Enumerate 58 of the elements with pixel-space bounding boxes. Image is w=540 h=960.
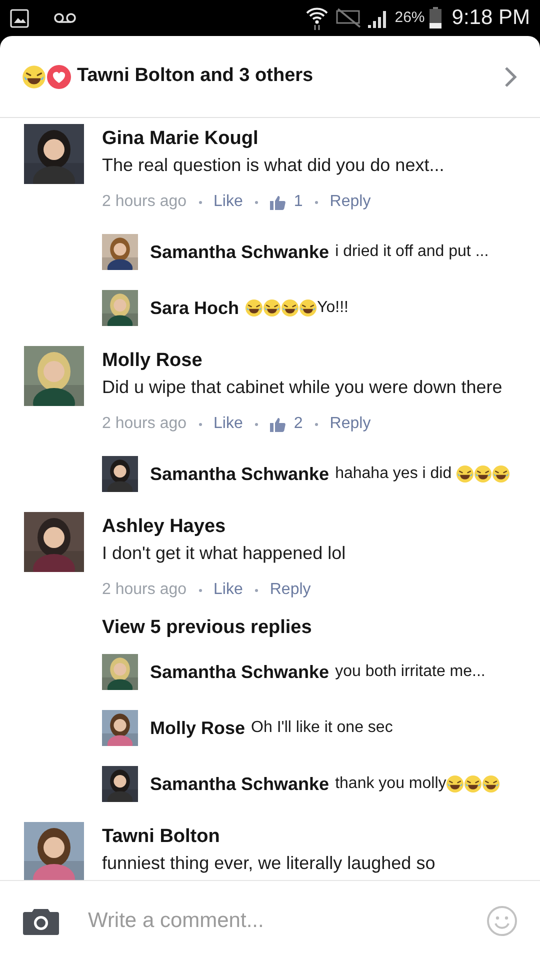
laughing-emoji-icon xyxy=(245,299,264,317)
reply-author[interactable]: Samantha Schwanke xyxy=(150,770,330,798)
view-previous-replies[interactable]: View 5 previous replies xyxy=(102,612,312,644)
reply-author[interactable]: Molly Rose xyxy=(150,714,246,742)
reply-author[interactable]: Samantha Schwanke xyxy=(150,658,330,686)
thumbs-up-icon xyxy=(270,416,286,432)
comment-text: The real question is what did you do next... xyxy=(102,154,446,177)
laughing-emoji-icon xyxy=(456,465,474,483)
reply-author[interactable]: Sara Hoch xyxy=(150,294,240,322)
reply-text: thank you molly xyxy=(335,774,446,794)
like-count: 1 xyxy=(294,192,303,212)
reply-author[interactable]: Samantha Schwanke xyxy=(150,460,330,488)
like-button[interactable]: Like xyxy=(214,412,243,436)
reply-button[interactable]: Reply xyxy=(330,412,371,436)
like-count: 2 xyxy=(294,414,303,434)
laughing-emoji-icon xyxy=(482,775,500,793)
comment-author[interactable]: Ashley Hayes xyxy=(102,514,516,540)
laughing-emoji-icon xyxy=(22,64,46,88)
comment-text: funniest thing ever, we literally laughed so xyxy=(102,852,436,875)
thumbs-up-icon xyxy=(270,194,286,210)
reply-button[interactable]: Reply xyxy=(330,190,371,214)
wifi-icon xyxy=(304,5,329,31)
mobile-data-off-icon xyxy=(334,8,363,28)
laughing-emoji-icon xyxy=(299,299,318,317)
reply-author[interactable]: Samantha Schwanke xyxy=(150,238,330,266)
comment-text: Did u wipe that cabinet while you were down there xyxy=(102,376,504,399)
clock: 9:18 PM xyxy=(452,5,530,32)
reply-button[interactable]: Reply xyxy=(270,578,311,602)
reply-text: Oh I'll like it one sec xyxy=(251,718,393,738)
chevron-right-icon[interactable] xyxy=(504,66,518,88)
voicemail-icon xyxy=(53,12,77,24)
comment-time: 2 hours ago xyxy=(102,580,187,600)
comment-input[interactable]: Write a comment... xyxy=(88,904,486,936)
battery-percent: 26% xyxy=(394,8,425,28)
like-button[interactable]: Like xyxy=(214,578,243,602)
laughing-emoji-icon xyxy=(281,299,300,317)
laughing-emoji-icon xyxy=(446,775,464,793)
reactions-bar[interactable]: Tawni Bolton and 3 others xyxy=(0,36,540,118)
battery-icon xyxy=(428,7,442,29)
reply-text: i dried it off and put ... xyxy=(335,242,489,262)
comment-text: I don't get it what happened lol xyxy=(102,542,347,565)
like-button[interactable]: Like xyxy=(214,190,243,214)
reply-text: you both irritate me... xyxy=(335,662,486,682)
laughing-emoji-icon xyxy=(464,775,482,793)
comment-author[interactable]: Molly Rose xyxy=(102,348,516,374)
heart-reaction-icon xyxy=(47,64,71,88)
comment-author[interactable]: Gina Marie Kougl xyxy=(102,126,516,152)
laughing-emoji-icon xyxy=(492,465,510,483)
reply-text: Yo!!! xyxy=(317,298,348,318)
smiley-icon[interactable] xyxy=(486,904,518,936)
reply-text: hahaha yes i did xyxy=(335,464,453,484)
laughing-emoji-icon xyxy=(263,299,282,317)
reactions-summary: Tawni Bolton and 3 others xyxy=(77,64,314,88)
laughing-emoji-icon xyxy=(474,465,492,483)
comment-author[interactable]: Tawni Bolton xyxy=(102,824,516,850)
comment-time: 2 hours ago xyxy=(102,192,187,212)
gallery-icon xyxy=(10,8,29,28)
comment-time: 2 hours ago xyxy=(102,414,187,434)
